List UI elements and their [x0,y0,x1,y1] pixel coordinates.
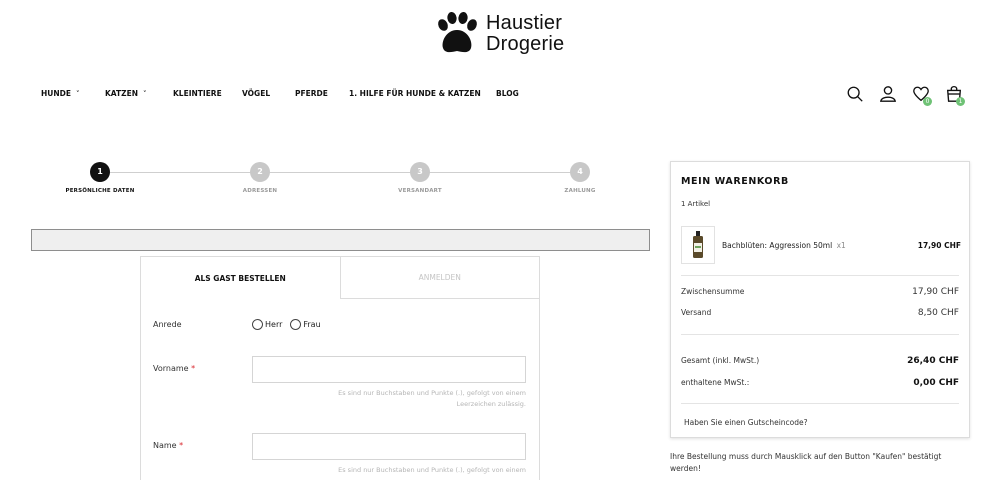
order-confirmation-notice: Ihre Bestellung muss durch Mausklick auf… [670,452,942,473]
step-label: VERSANDART [398,188,442,194]
coupon-link[interactable]: Haben Sie einen Gutscheincode? [684,418,808,427]
brand-line-2: Drogerie [486,33,565,55]
cart-title: MEIN WARENKORB [681,176,789,187]
salutation-radio-group: Herr Frau [252,319,321,330]
firstname-label: Vorname * [153,364,195,373]
step-label: ZAHLUNG [564,188,596,194]
step-label: ADRESSEN [242,188,278,194]
cart-item-count: 1 Artikel [681,200,711,208]
radio-label: Frau [303,320,321,329]
nav-item-label: PFERDE [295,89,328,98]
total-row: Gesamt (inkl. MwSt.) 26,40 CHF [681,356,959,366]
divider [681,334,959,335]
total-value: 26,40 CHF [907,356,959,366]
notification-bar [31,229,650,251]
checkout-form-card: ALS GAST BESTELLEN ANMELDEN Anrede Herr … [140,256,540,480]
header-actions: 0 1 [845,84,965,106]
nav-item-voegel[interactable]: VÖGEL [242,89,295,98]
hint-line-2: Leerzeichen zulässig. [456,400,526,408]
site-logo[interactable]: Haustier Drogerie [434,12,564,56]
tax-value: 0,00 CHF [913,378,959,388]
shipping-value: 8,50 CHF [917,308,959,318]
step-number: 3 [410,162,430,182]
shipping-row: Versand 8,50 CHF [681,308,959,318]
nav-item-pferde[interactable]: PFERDE [295,89,349,98]
step-personal-data[interactable]: 1 PERSÖNLICHE DATEN [40,162,160,194]
step-payment[interactable]: 4 ZAHLUNG [520,162,640,194]
cart-item: Bachblüten: Aggression 50ml x1 17,90 CHF [681,226,961,264]
product-thumbnail[interactable] [681,226,715,264]
step-number: 2 [250,162,270,182]
tax-label: enthaltene MwSt.: [681,378,750,387]
tax-row: enthaltene MwSt.: 0,00 CHF [681,378,959,388]
firstname-field[interactable] [252,356,526,383]
salutation-label-text: Anrede [153,320,182,329]
bottle-icon [693,231,703,258]
cart-count-badge: 1 [956,97,965,106]
lastname-label-text: Name [153,441,177,450]
product-quantity: x1 [836,240,846,250]
tab-guest-checkout[interactable]: ALS GAST BESTELLEN [141,257,340,299]
product-name[interactable]: Bachblüten: Aggression 50ml x1 [722,241,846,250]
chevron-down-icon: ˅ [143,89,147,98]
shipping-label: Versand [681,308,712,317]
brand-line-1: Haustier [486,12,563,34]
radio-frau[interactable]: Frau [290,319,321,330]
total-label: Gesamt (inkl. MwSt.) [681,356,760,365]
search-button[interactable] [845,84,865,104]
radio-herr[interactable]: Herr [252,319,282,330]
wishlist-count-badge: 0 [923,97,932,106]
step-number: 1 [90,162,110,182]
firstname-label-text: Vorname [153,364,189,373]
paw-logo-icon [438,12,477,53]
step-number: 4 [570,162,590,182]
required-marker: * [179,441,184,450]
stepper-line [100,172,580,173]
search-icon [847,86,863,102]
chevron-down-icon: ˅ [76,89,80,98]
divider [681,403,959,404]
hint-line-1: Es sind nur Buchstaben und Punkte (.), g… [338,466,526,474]
user-icon [880,86,896,102]
nav-item-label: KLEINTIERE [173,89,222,98]
nav-item-katzen[interactable]: KATZEN ˅ [105,89,173,98]
product-price: 17,90 CHF [917,240,961,250]
product-name-text: Bachblüten: Aggression 50ml [722,240,833,250]
checkout-stepper: 1 PERSÖNLICHE DATEN 2 ADRESSEN 3 VERSAND… [60,162,620,202]
radio-circle[interactable] [290,319,302,330]
nav-item-label: VÖGEL [242,89,271,98]
brand-name: Haustier Drogerie [486,13,564,55]
lastname-label: Name * [153,441,183,450]
nav-item-hunde[interactable]: HUNDE ˅ [41,89,105,98]
nav-item-label: BLOG [496,89,519,98]
hint-line-1: Es sind nur Buchstaben und Punkte (.), g… [338,389,526,397]
subtotal-row: Zwischensumme 17,90 CHF [681,287,959,297]
step-shipping[interactable]: 3 VERSANDART [360,162,480,194]
lastname-field[interactable] [252,433,526,460]
step-addresses[interactable]: 2 ADRESSEN [200,162,320,194]
firstname-hint: Es sind nur Buchstaben und Punkte (.), g… [252,388,526,410]
main-navigation: HUNDE ˅ KATZEN ˅ KLEINTIERE VÖGEL PFERDE 1… [41,89,519,98]
lastname-hint: Es sind nur Buchstaben und Punkte (.), g… [252,465,526,476]
cart-summary: MEIN WARENKORB 1 Artikel Bachblüten: Agg… [670,161,970,438]
subtotal-value: 17,90 CHF [912,287,959,297]
divider [681,275,959,276]
subtotal-label: Zwischensumme [681,287,745,296]
cart-button[interactable]: 1 [944,84,965,106]
form-tabs: ALS GAST BESTELLEN ANMELDEN [141,257,539,299]
nav-item-kleintiere[interactable]: KLEINTIERE [173,89,242,98]
wishlist-button[interactable]: 0 [911,84,932,106]
tab-login[interactable]: ANMELDEN [339,257,539,299]
required-marker: * [191,364,196,373]
salutation-label: Anrede [153,320,182,329]
radio-circle[interactable] [252,319,263,330]
account-button[interactable] [878,84,898,104]
nav-item-label: 1. HILFE FÜR HUNDE & KATZEN [349,89,481,98]
nav-item-erste-hilfe[interactable]: 1. HILFE FÜR HUNDE & KATZEN [349,89,496,98]
nav-item-label: HUNDE [41,89,71,98]
step-label: PERSÖNLICHE DATEN [65,188,135,194]
nav-item-label: KATZEN [105,89,138,98]
radio-label: Herr [265,320,283,329]
nav-item-blog[interactable]: BLOG [496,89,519,98]
